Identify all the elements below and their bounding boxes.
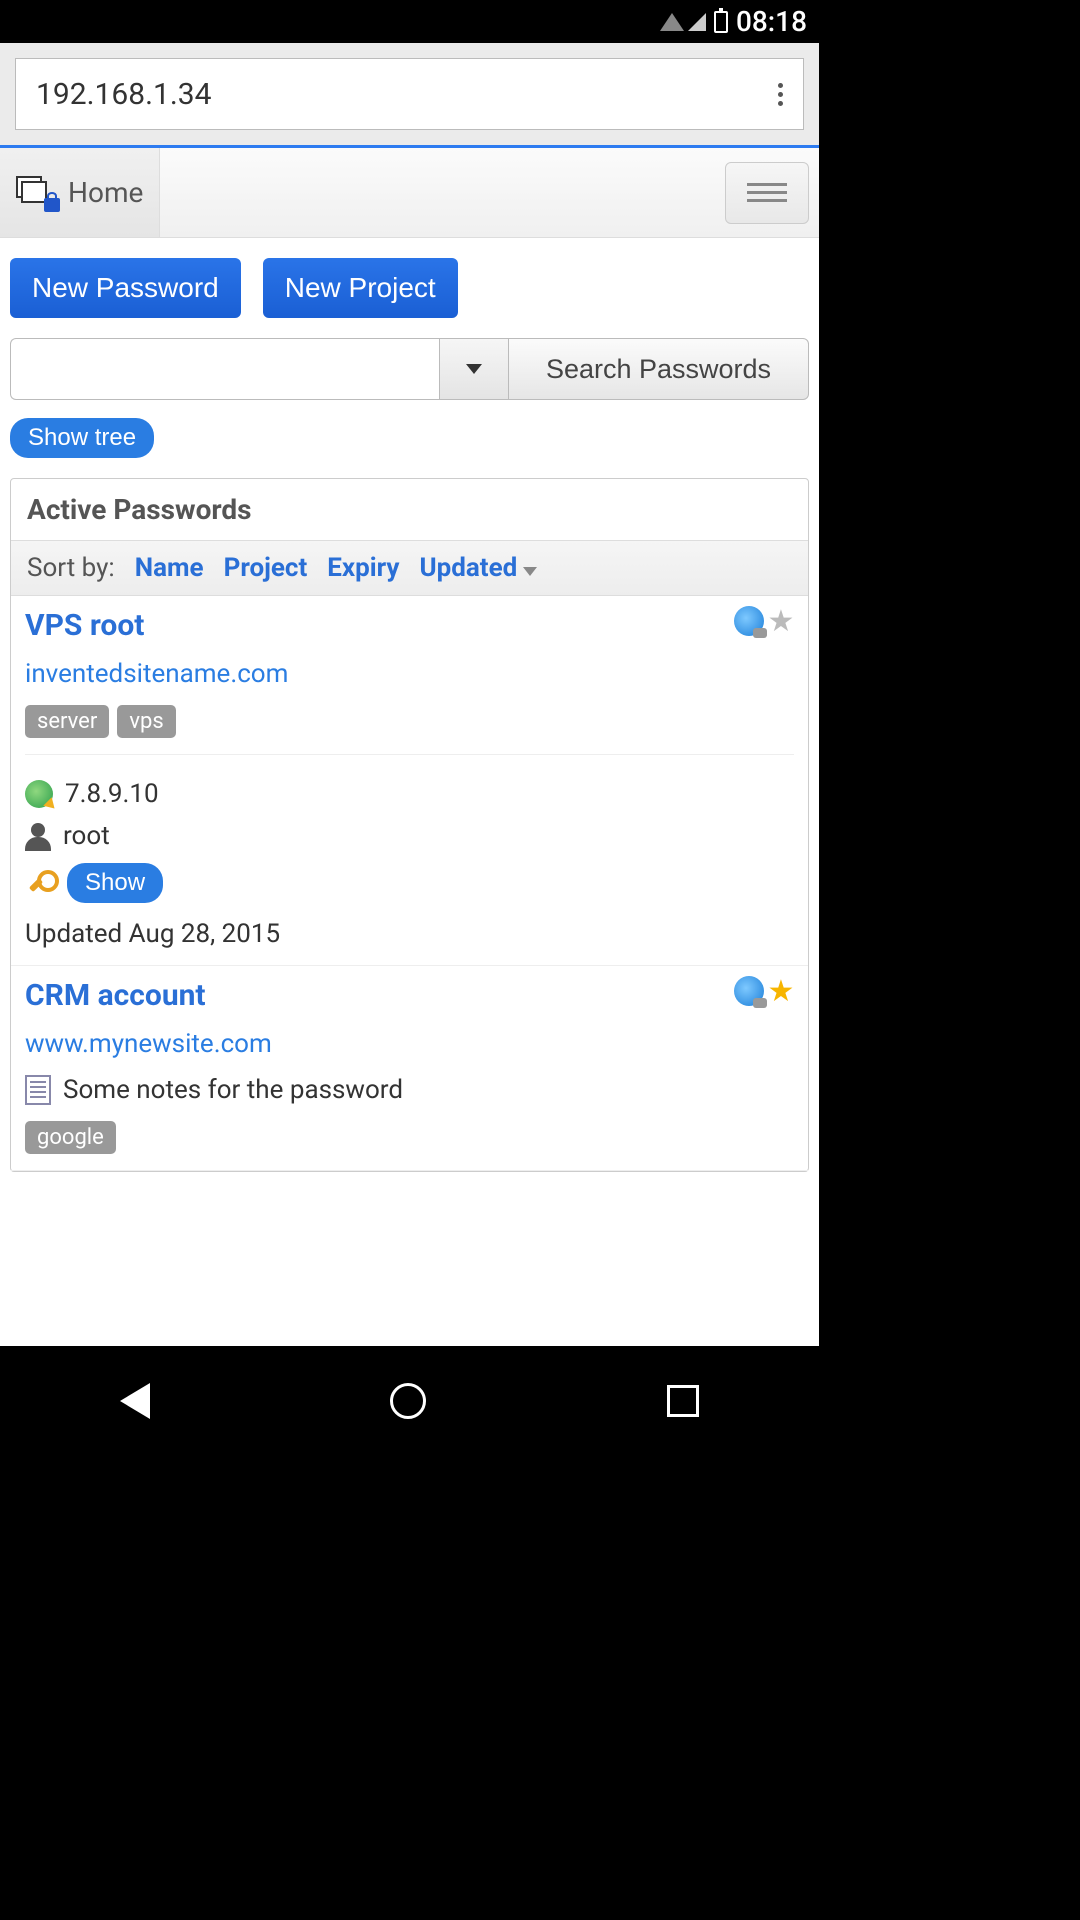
entry-title[interactable]: CRM account: [25, 978, 206, 1013]
hamburger-menu-button[interactable]: [725, 162, 809, 224]
wifi-icon: [660, 13, 684, 31]
home-button[interactable]: [390, 1383, 426, 1419]
app-logo-icon: [16, 176, 58, 210]
android-nav-bar: [0, 1346, 819, 1456]
url-link-icon[interactable]: [734, 606, 764, 636]
entry-user: root: [63, 821, 110, 851]
android-status-bar: 08:18: [0, 0, 819, 43]
search-dropdown-toggle[interactable]: [439, 338, 509, 400]
entry-url[interactable]: inventedsitename.com: [25, 659, 794, 689]
entry-url[interactable]: www.mynewsite.com: [25, 1029, 794, 1059]
entry-title[interactable]: VPS root: [25, 608, 144, 643]
key-icon: [25, 868, 55, 898]
url-text[interactable]: 192.168.1.34: [36, 77, 778, 112]
entry-updated: Updated Aug 28, 2015: [25, 919, 794, 949]
new-project-button[interactable]: New Project: [263, 258, 458, 318]
globe-icon: [25, 780, 53, 808]
search-input[interactable]: [10, 338, 439, 400]
note-icon: [25, 1075, 51, 1105]
browser-menu-icon[interactable]: [778, 83, 783, 106]
sort-updated[interactable]: Updated: [419, 553, 537, 583]
back-button[interactable]: [120, 1383, 150, 1419]
sort-name[interactable]: Name: [135, 553, 204, 583]
new-password-button[interactable]: New Password: [10, 258, 241, 318]
status-time: 08:18: [736, 5, 807, 38]
battery-charging-icon: [714, 11, 728, 33]
password-entry: ★ CRM account www.mynewsite.com Some not…: [11, 966, 808, 1171]
browser-url-bar-area: 192.168.1.34: [0, 43, 819, 145]
sort-by-label: Sort by:: [27, 553, 115, 583]
star-icon[interactable]: ★: [766, 976, 796, 1006]
panel-title: Active Passwords: [11, 479, 808, 540]
search-passwords-button[interactable]: Search Passwords: [509, 338, 809, 400]
page-content: New Password New Project Search Password…: [0, 238, 819, 1346]
sort-expiry[interactable]: Expiry: [327, 553, 399, 583]
active-passwords-panel: Active Passwords Sort by: Name Project E…: [10, 478, 809, 1172]
show-tree-button[interactable]: Show tree: [10, 418, 154, 458]
home-label: Home: [68, 176, 143, 209]
home-tab[interactable]: Home: [0, 148, 160, 237]
tag[interactable]: google: [25, 1121, 116, 1154]
cell-signal-icon: [688, 13, 706, 31]
tag[interactable]: vps: [117, 705, 175, 738]
recent-apps-button[interactable]: [667, 1385, 699, 1417]
url-bar[interactable]: 192.168.1.34: [15, 58, 804, 130]
sort-project[interactable]: Project: [224, 553, 308, 583]
sort-row: Sort by: Name Project Expiry Updated: [11, 540, 808, 596]
entry-note: Some notes for the password: [63, 1075, 403, 1105]
entry-ip: 7.8.9.10: [65, 779, 159, 809]
star-icon[interactable]: ★: [766, 606, 796, 636]
tag[interactable]: server: [25, 705, 109, 738]
url-link-icon[interactable]: [734, 976, 764, 1006]
app-nav-bar: Home: [0, 148, 819, 238]
show-password-button[interactable]: Show: [67, 863, 163, 903]
password-entry: ★ VPS root inventedsitename.com server v…: [11, 596, 808, 966]
user-icon: [25, 823, 51, 849]
